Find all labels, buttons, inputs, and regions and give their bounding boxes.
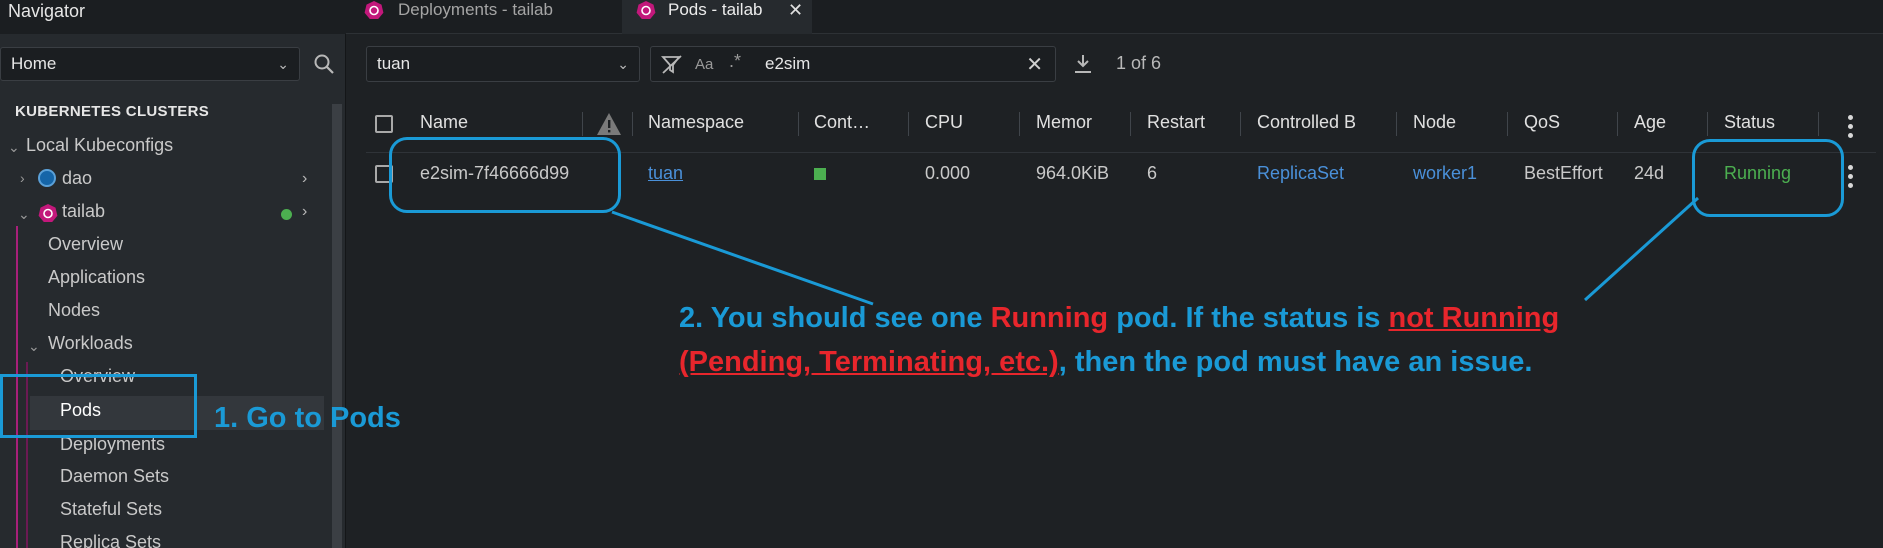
- annotation-text: 2. You should see one: [679, 302, 991, 334]
- annotation-step2-line1: 2. You should see one Running pod. If th…: [679, 302, 1559, 335]
- annotation-text: Running: [990, 302, 1109, 334]
- annotation-text: , then the pod must have an issue.: [1058, 346, 1533, 378]
- annotation-step1: 1. Go to Pods: [214, 402, 401, 434]
- annotation-arrows: [611, 196, 1700, 306]
- annotation-step2-line2: (Pending, Terminating, etc.), then the p…: [679, 346, 1532, 379]
- annotation-text: (Pending, Terminating, etc.): [679, 346, 1059, 378]
- annotation-text: pod. If the status is: [1108, 302, 1389, 334]
- annotation-text: not Running: [1388, 302, 1560, 334]
